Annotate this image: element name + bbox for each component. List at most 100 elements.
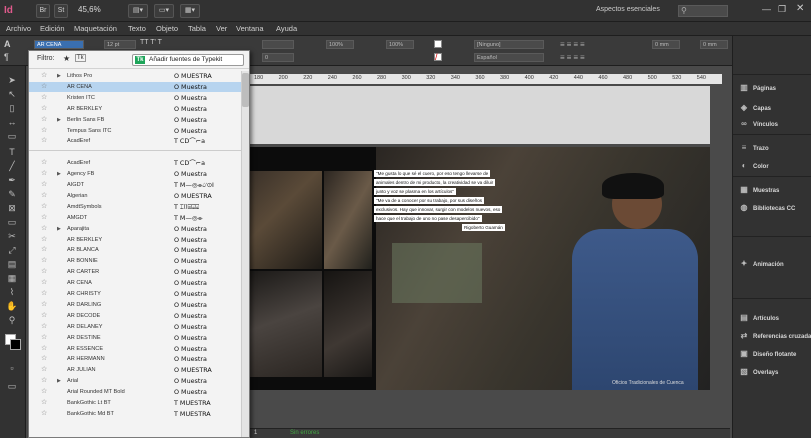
apply-none-icon[interactable]: ▫ [4,362,20,375]
font-row[interactable]: ☆ AcadEref T CD⌒⌐a [29,158,241,168]
line-tool-icon[interactable]: ╱ [4,160,20,173]
favorite-star-icon[interactable]: ☆ [41,82,47,92]
view-mode-icon[interactable]: ▭ [4,380,20,393]
font-list-dropdown[interactable]: Filtro: ★ Tk Tk Añadir fuentes de Typeki… [28,50,250,438]
expand-family-icon[interactable]: ▶ [57,71,61,81]
favorites-filter-icon[interactable]: ★ [63,54,70,63]
font-row[interactable]: ☆ BankGothic Md BT T MUESTRA [29,409,241,419]
rectangle-tool-icon[interactable]: ▭ [4,216,20,229]
expand-family-icon[interactable]: ▶ [57,376,61,386]
font-row[interactable]: ☆ AR BERKLEY O Muestra [29,104,241,114]
expand-family-icon[interactable]: ▶ [57,115,61,125]
menu-ayuda[interactable]: Ayuda [276,22,297,36]
fill-swatch[interactable] [434,40,442,48]
content-collector-icon[interactable]: ▭ [4,130,20,143]
expand-family-icon[interactable]: ▶ [57,169,61,179]
favorite-star-icon[interactable]: ☆ [41,93,47,103]
favorite-star-icon[interactable]: ☆ [41,267,47,277]
font-row[interactable]: ☆ AR CENA O Muestra [29,81,241,93]
direct-selection-tool-icon[interactable]: ↖ [4,88,20,101]
favorite-star-icon[interactable]: ☆ [41,300,47,310]
panel-tab-bibliotecas-cc[interactable]: ◍ Bibliotecas CC [739,200,796,216]
font-row[interactable]: ☆ AR CENA O Muestra [29,278,241,288]
left-indent-field[interactable]: 0 mm [652,40,680,49]
font-row[interactable]: ☆ AR DARLING O Muestra [29,300,241,310]
favorite-star-icon[interactable]: ☆ [41,256,47,266]
favorite-star-icon[interactable]: ☆ [41,71,47,81]
font-row[interactable]: ☆ AR DESTINE O Muestra [29,333,241,343]
font-row[interactable]: ☆ AcadEref T CD⌒⌐a [29,136,241,146]
menu-edicion[interactable]: Edición [40,22,65,36]
minimize-button[interactable]: — [762,4,771,14]
bridge-button[interactable]: Br [36,4,50,18]
favorite-star-icon[interactable]: ☆ [41,409,47,419]
align-buttons-icon[interactable]: ≡≡≡≡ [560,40,587,49]
horizontal-ruler[interactable]: 180 200 220 240 260 280 300 320 340 360 380 400 420 4… [250,74,722,84]
font-row[interactable]: ☆ ▶ Lithos Pro O MUESTRA [29,71,241,81]
favorite-star-icon[interactable]: ☆ [41,278,47,288]
stroke-swatch[interactable]: / [434,52,442,62]
favorite-star-icon[interactable]: ☆ [41,169,47,179]
font-row[interactable]: ☆ AR CARTER O Muestra [29,267,241,277]
screen-mode-button[interactable]: ▭▾ [154,4,174,18]
favorite-star-icon[interactable]: ☆ [41,387,47,397]
menu-archivo[interactable]: Archivo [6,22,31,36]
type-tool-icon[interactable]: T [4,146,20,159]
tracking-field[interactable]: 0 [262,53,294,62]
rectangle-frame-tool-icon[interactable]: ⊠ [4,202,20,215]
menu-objeto[interactable]: Objeto [156,22,178,36]
quote-block[interactable]: "Me gusta lo que sé el cuero, por eso te… [374,170,512,244]
view-options-button[interactable]: ▤▾ [128,4,148,18]
language-field[interactable]: Español [474,53,544,62]
panel-tab-color[interactable]: ◐ Color [739,158,769,174]
favorite-star-icon[interactable]: ☆ [41,115,47,125]
font-row[interactable]: ☆ AIGDT T M—◎⌯⌰⊙I [29,180,241,190]
free-transform-tool-icon[interactable]: ⤢ [4,244,20,257]
page-number[interactable]: 1 [254,430,257,436]
font-list-scroll-thumb[interactable] [242,73,249,107]
expand-family-icon[interactable]: ▶ [57,224,61,234]
font-row[interactable]: ☆ AR BLANCA O Muestra [29,245,241,255]
font-row[interactable]: ☆ AR DELANEY O Muestra [29,322,241,332]
font-row[interactable]: ☆ Kristen ITC O Muestra [29,93,241,103]
font-row[interactable]: ☆ Algerian O MUESTRA [29,191,241,201]
font-row[interactable]: ☆ AR DECODE O Muestra [29,311,241,321]
font-row[interactable]: ☆ AmdtSymbols T ⌶⌷⌸⌹⌺ [29,202,241,212]
menu-ver[interactable]: Ver [216,22,227,36]
panel-tab-artículos[interactable]: ▤ Artículos [739,310,779,326]
menu-texto[interactable]: Texto [128,22,146,36]
all-caps-icon[interactable]: TT T' T [140,39,162,46]
favorite-star-icon[interactable]: ☆ [41,344,47,354]
pen-tool-icon[interactable]: ✒ [4,174,20,187]
hand-tool-icon[interactable]: ✋ [4,300,20,313]
vertical-scale-field[interactable]: 100% [326,40,354,49]
favorite-star-icon[interactable]: ☆ [41,202,47,212]
font-size-field[interactable]: 12 pt [104,40,136,49]
menu-maquetacion[interactable]: Maquetación [74,22,117,36]
favorite-star-icon[interactable]: ☆ [41,235,47,245]
font-row[interactable]: ☆ AR ESSENCE O Muestra [29,344,241,354]
favorite-star-icon[interactable]: ☆ [41,245,47,255]
panel-tab-referencias-cruzadas[interactable]: ⇄ Referencias cruzadas [739,328,811,344]
favorite-star-icon[interactable]: ☆ [41,126,47,136]
justify-buttons-icon[interactable]: ≡≡≡≡ [560,53,587,62]
scissors-tool-icon[interactable]: ✂ [4,230,20,243]
character-mode-icon[interactable]: A [4,39,11,49]
search-input[interactable]: ⚲ [678,5,728,17]
favorite-star-icon[interactable]: ☆ [41,191,47,201]
font-family-field[interactable]: AR CENA [34,40,84,49]
font-row[interactable]: ☆ Tempus Sans ITC O Muestra [29,126,241,136]
note-tool-icon[interactable]: ▦ [4,272,20,285]
font-row[interactable]: ☆ BankGothic Lt BT T MUESTRA [29,398,241,408]
favorite-star-icon[interactable]: ☆ [41,289,47,299]
favorite-star-icon[interactable]: ☆ [41,136,47,146]
favorite-star-icon[interactable]: ☆ [41,354,47,364]
favorite-star-icon[interactable]: ☆ [41,224,47,234]
font-row[interactable]: ☆ AMGDT T M—◎⌯ [29,213,241,223]
font-row[interactable]: ☆ ▶ Berlin Sans FB O Muestra [29,115,241,125]
paragraph-mode-icon[interactable]: ¶ [4,52,9,62]
panel-tab-páginas[interactable]: ▥ Páginas [739,80,776,96]
panel-tab-diseño-flotante[interactable]: ▣ Diseño flotante [739,346,796,362]
menu-ventana[interactable]: Ventana [236,22,264,36]
kerning-field[interactable] [262,40,294,49]
